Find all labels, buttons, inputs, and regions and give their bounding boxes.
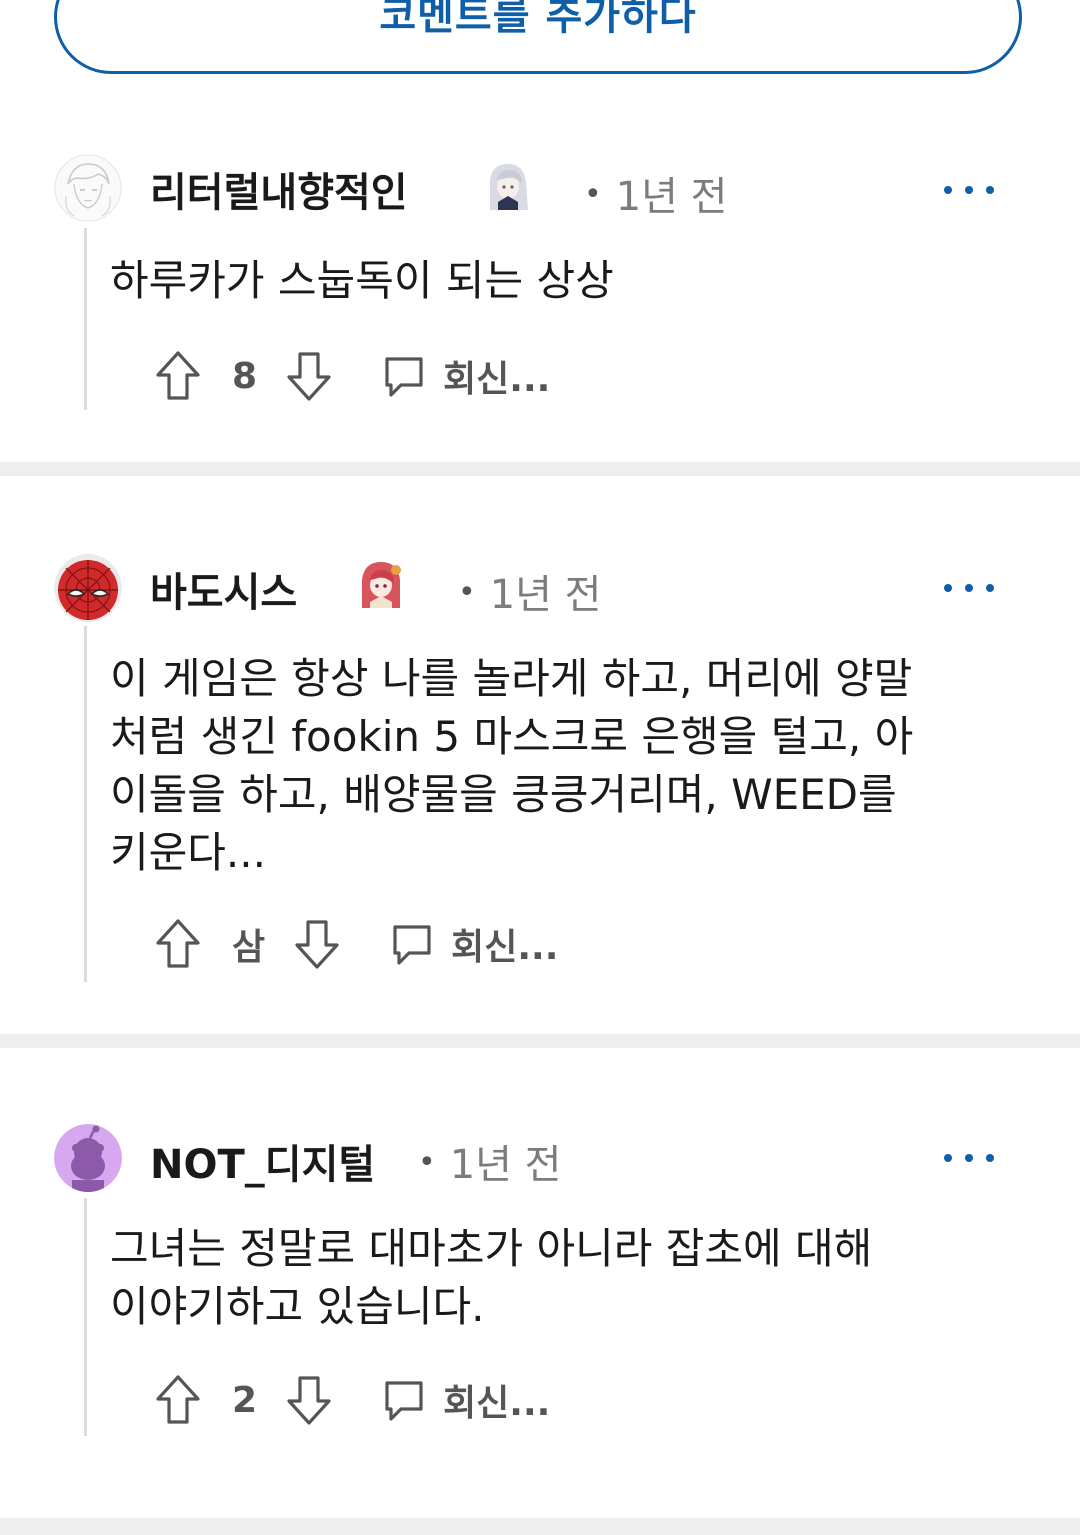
comment-actions: 2 회신... (152, 1370, 550, 1430)
vote-count: 8 (232, 355, 258, 397)
comment-actions: 8 회신... (152, 346, 550, 406)
upvote-icon[interactable] (152, 916, 204, 972)
more-options-icon[interactable] (944, 1148, 994, 1168)
comment-body: 하루카가 스눕독이 되는 상상 (110, 256, 614, 305)
separator-dot: • (584, 177, 602, 212)
reply-button[interactable]: 회신... (381, 1374, 550, 1426)
reply-button[interactable]: 회신... (381, 350, 550, 402)
more-options-icon[interactable] (944, 578, 994, 598)
thread-line[interactable] (84, 1198, 87, 1436)
time-text: 1년 전 (615, 174, 728, 220)
avatar[interactable] (54, 554, 122, 622)
comment-item: 바도시스 • 1년 전 이 게임은 항상 나를 놀라게 하고, 머리에 양말 처럼… (0, 476, 1080, 1034)
downvote-icon[interactable] (283, 348, 335, 404)
comment-body: 그녀는 정말로 대마초가 아니라 잡초에 대해 이야기하고 있습니다. (110, 1224, 873, 1331)
avatar[interactable] (54, 1124, 122, 1192)
upvote-icon[interactable] (152, 1372, 204, 1428)
avatar[interactable] (54, 154, 122, 222)
comment-timestamp: • 1년 전 (584, 164, 727, 222)
separator-dot: • (458, 575, 476, 610)
time-text: 1년 전 (449, 1142, 562, 1188)
section-divider (0, 1518, 1080, 1535)
reply-bubble-icon (393, 925, 431, 965)
more-options-icon[interactable] (944, 180, 994, 200)
comment-item: 리터럴내향적인 • 1년 전 하루카가 스눕독이 되는 상상 8 회신... (0, 0, 1080, 460)
comment-timestamp: • 1년 전 (458, 562, 601, 620)
comment-body: 이 게임은 항상 나를 놀라게 하고, 머리에 양말 처럼 생긴 fookin … (110, 654, 914, 877)
thread-line[interactable] (84, 228, 87, 410)
thread-line[interactable] (84, 626, 87, 982)
username[interactable]: NOT_디지털 (150, 1132, 375, 1190)
reply-label: 회신... (451, 927, 559, 968)
user-flair-icon (356, 558, 406, 608)
vote-count: 삼 (232, 927, 266, 968)
vote-count: 2 (232, 1379, 258, 1421)
user-flair-icon (482, 160, 532, 210)
reply-label: 회신... (443, 1383, 551, 1424)
reply-bubble-icon (385, 1381, 423, 1421)
downvote-icon[interactable] (283, 1372, 335, 1428)
reply-bubble-icon (385, 357, 423, 397)
section-divider (0, 462, 1080, 476)
comment-timestamp: • 1년 전 (418, 1132, 561, 1190)
username[interactable]: 바도시스 (150, 560, 297, 618)
comment-item: NOT_디지털 • 1년 전 그녀는 정말로 대마초가 아니라 잡초에 대해 이야… (0, 1048, 1080, 1518)
reply-button[interactable]: 회신... (389, 918, 558, 970)
comment-actions: 삼 회신... (152, 914, 558, 974)
time-text: 1년 전 (489, 572, 602, 618)
separator-dot: • (418, 1145, 436, 1180)
upvote-icon[interactable] (152, 348, 204, 404)
section-divider (0, 1034, 1080, 1048)
reply-label: 회신... (443, 359, 551, 400)
downvote-icon[interactable] (291, 916, 343, 972)
username[interactable]: 리터럴내향적인 (150, 160, 408, 218)
